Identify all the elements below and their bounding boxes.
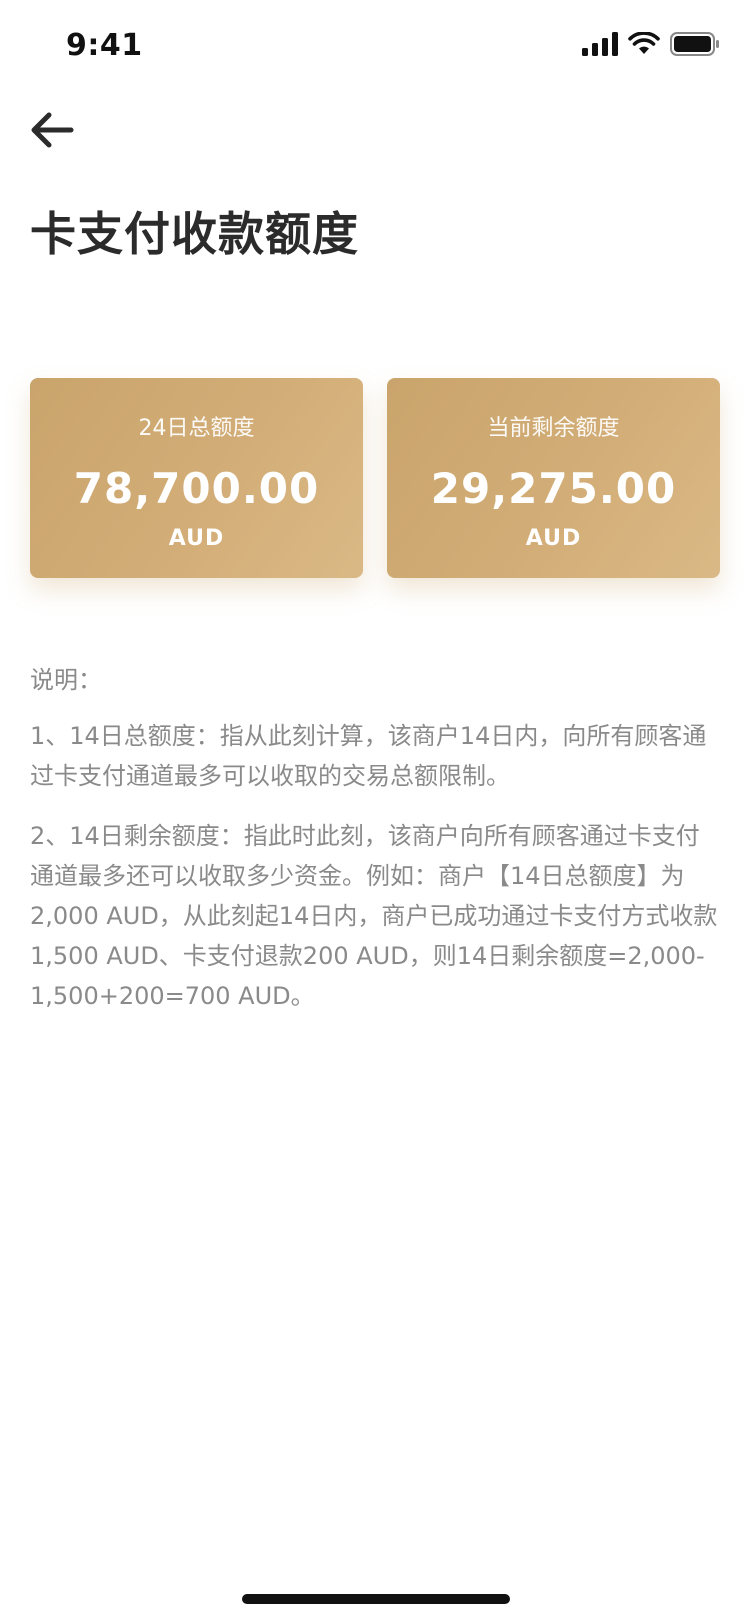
status-icons	[582, 32, 720, 56]
home-indicator	[242, 1594, 510, 1604]
note-item: 2、14日剩余额度：指此时此刻，该商户向所有顾客通过卡支付通道最多还可以收取多少…	[30, 822, 718, 1010]
card-label: 当前剩余额度	[487, 416, 620, 441]
card-label: 24日总额度	[138, 416, 255, 441]
card-amount: 78,700.00	[73, 464, 320, 513]
card-amount: 29,275.00	[430, 464, 677, 513]
notes-section: 说明： 1、14日总额度：指从此刻计算，该商户14日内，向所有顾客通过卡支付通道…	[30, 660, 720, 1036]
note-item: 1、14日总额度：指从此刻计算，该商户14日内，向所有顾客通过卡支付通道最多可以…	[30, 722, 707, 790]
cellular-signal-icon	[582, 32, 618, 56]
battery-icon	[670, 32, 719, 56]
card-currency: AUD	[168, 526, 225, 551]
wifi-icon	[628, 32, 660, 54]
card-currency: AUD	[525, 526, 582, 551]
quota-cards: 24日总额度 78,700.00 AUD 当前剩余额度 29,275.00 AU…	[30, 378, 720, 578]
status-time: 9:41	[66, 28, 143, 63]
notes-heading: 说明：	[30, 666, 102, 694]
status-bar: 9:41	[0, 0, 750, 92]
total-quota-card: 24日总额度 78,700.00 AUD	[30, 378, 363, 578]
back-button[interactable]	[26, 104, 78, 156]
arrow-left-icon	[31, 112, 74, 148]
remaining-quota-card: 当前剩余额度 29,275.00 AUD	[387, 378, 720, 578]
page-title: 卡支付收款额度	[30, 207, 359, 261]
